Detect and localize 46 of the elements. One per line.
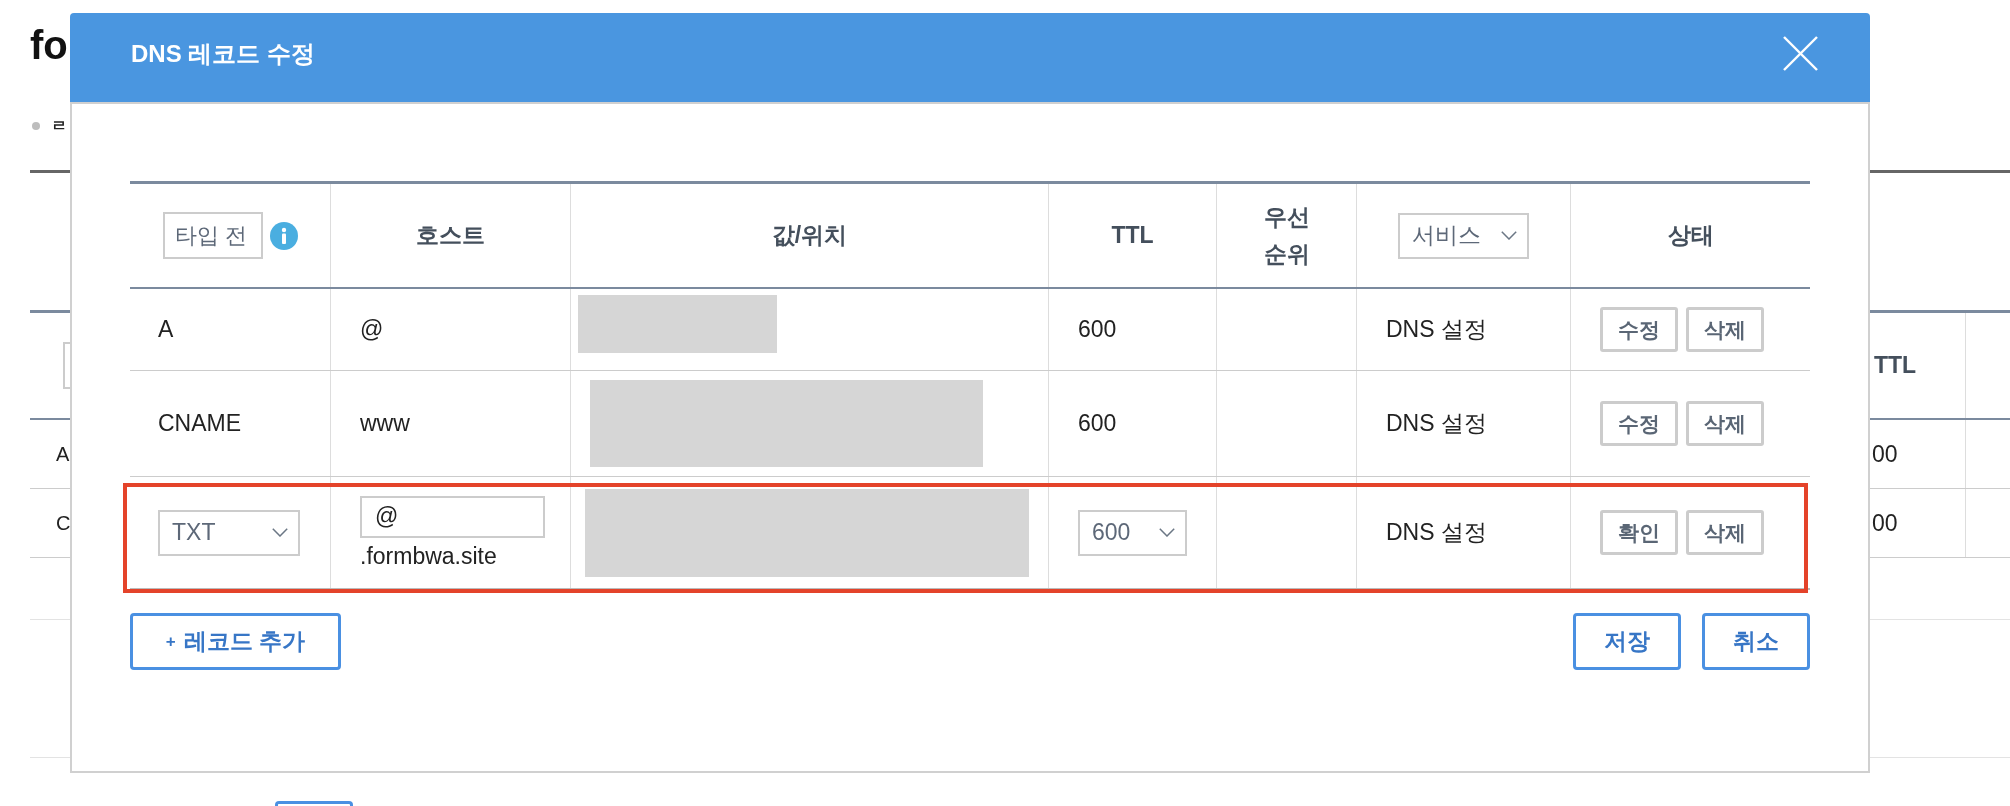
column-header: 호스트 [416, 221, 485, 250]
table-cell: A [56, 442, 70, 466]
table-cell-text: DNS 설정 [1386, 315, 1487, 344]
chevron-down-icon [1159, 528, 1175, 537]
column-header: 값/위치 [771, 221, 848, 250]
info-icon[interactable] [269, 221, 298, 250]
column-header: 우선 순위 [1263, 202, 1310, 269]
page-title: fo [30, 23, 68, 67]
host-input[interactable]: @ [360, 495, 545, 538]
column-header: TTL [1874, 352, 1917, 379]
row-action-button[interactable]: 확인 [1600, 510, 1678, 555]
close-button[interactable] [1783, 36, 1818, 71]
table-cell: 00 [1872, 440, 1898, 468]
table-cell: CNAME [158, 410, 242, 437]
filter-field[interactable] [63, 342, 70, 389]
chevron-down-icon [1501, 231, 1517, 240]
add-record-button[interactable]: + 레코드 추가 [130, 613, 341, 670]
table-cell: C [56, 511, 71, 535]
table-cell: @ [360, 316, 384, 343]
table-cell-text: DNS 설정 [1386, 518, 1487, 547]
table-cell-text: DNS 설정 [1386, 409, 1487, 438]
row-action-button[interactable]: 삭제 [1686, 307, 1764, 352]
column-header: TTL [1111, 221, 1154, 250]
row-action-button[interactable]: 삭제 [1686, 401, 1764, 446]
type-filter-field[interactable]: 타입 전 [162, 212, 263, 259]
ttl-select[interactable]: 600 [1078, 509, 1187, 556]
row-action-button[interactable]: 수정 [1600, 401, 1678, 446]
service-select[interactable]: 서비스 [1398, 212, 1529, 259]
dialog-button[interactable]: 저장 [1573, 613, 1681, 670]
table-cell: www [360, 410, 410, 437]
close-icon [1783, 36, 1818, 71]
chevron-down-icon [272, 528, 288, 537]
dialog-title: DNS 레코드 수정 [131, 38, 315, 69]
table-cell: 600 [1078, 410, 1117, 437]
tab-label[interactable]: ㄹ [51, 116, 67, 136]
type-select[interactable]: TXT [158, 509, 300, 556]
row-action-button[interactable]: 삭제 [1686, 510, 1764, 555]
table-cell: A [158, 316, 174, 343]
dialog-button[interactable]: 취소 [1702, 613, 1810, 670]
partial-button[interactable] [275, 801, 353, 806]
row-action-button[interactable]: 수정 [1600, 307, 1678, 352]
column-header: 상태 [1667, 221, 1714, 250]
domain-suffix: .formbwa.site [360, 542, 498, 570]
table-cell: 600 [1078, 316, 1117, 343]
bullet-icon [32, 122, 40, 130]
table-cell: 00 [1872, 509, 1898, 537]
